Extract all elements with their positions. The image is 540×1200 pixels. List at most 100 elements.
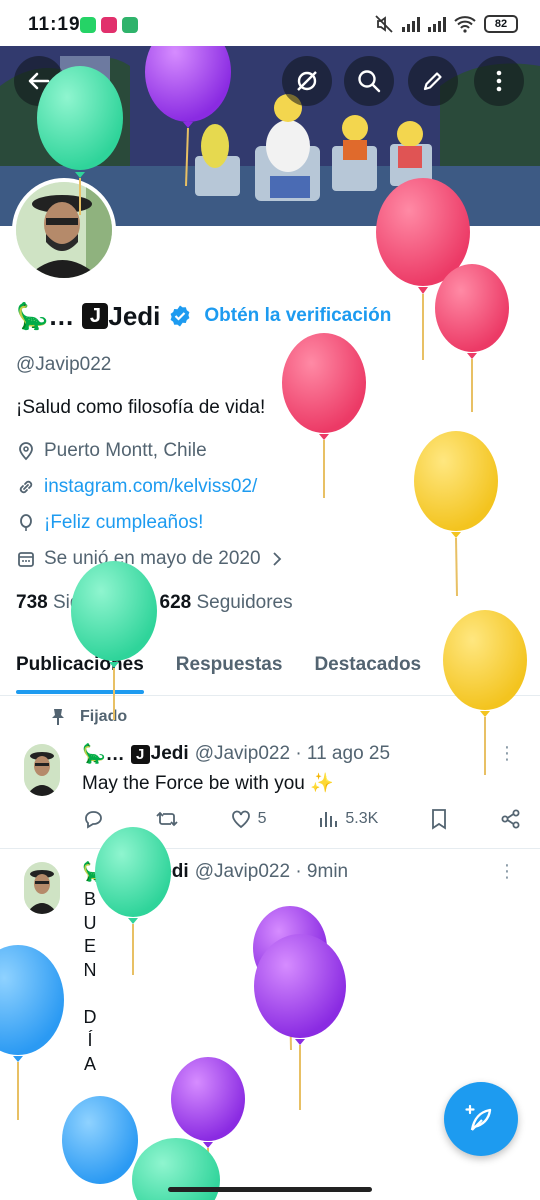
tab-articulos[interactable]: Artí [437,640,502,695]
profile-avatar[interactable] [12,178,116,282]
tab-destacados[interactable]: Destacados [298,640,437,695]
followers-label: Seguidores [196,592,293,613]
post-header: 🦕… J Jedi @Javip022 · 9min [82,860,348,884]
more-vertical-icon [496,70,502,92]
arrow-left-icon [28,72,50,90]
post-more-button[interactable]: ⋮ [498,744,516,762]
pin-icon [52,709,64,725]
bookmark-icon [432,809,447,830]
whatsapp-icon [80,17,96,33]
search-icon [358,70,381,93]
post-header: 🦕… J Jedi @Javip022 · 11 ago 25 [82,742,390,766]
pencil-icon [423,72,442,91]
display-name: Jedi [108,300,161,331]
battery-indicator: 82 [484,15,518,33]
display-name-prefix: 🦕… [16,300,75,331]
post-letter: U [83,912,97,933]
following-count: 738 [16,592,48,613]
link-icon [19,480,33,494]
bookmark-button[interactable] [429,808,449,830]
edit-button[interactable] [408,56,458,106]
repost-button[interactable] [155,808,179,830]
reply-icon [85,811,102,829]
post-letter: E [83,936,96,956]
share-icon [501,809,520,829]
post-handle-time: @Javip022 · 9min [194,861,349,882]
heart-icon [231,810,250,829]
gesture-home-bar[interactable] [168,1187,372,1192]
back-button[interactable] [14,56,64,106]
profile-header: 🦕… J Jedi Obtén la verificación [16,296,536,336]
joined-text: Se unió en mayo de 2020 [44,548,261,569]
compose-feather-icon [465,1104,492,1131]
post-j-badge: J [130,862,150,882]
layers-app-icon [122,17,138,33]
location-pin-icon [19,442,33,461]
post-more-button[interactable]: ⋮ [498,862,516,880]
followers-count: 628 [159,592,192,613]
pinned-indicator: Fijado [50,708,127,726]
share-button[interactable] [500,808,522,830]
search-button[interactable] [344,56,394,106]
wifi-icon [454,16,476,33]
post-avatar[interactable] [24,744,60,796]
pinned-label: Fijado [80,708,128,725]
balloon-purple [171,1057,245,1200]
status-time: 11:19 [28,14,81,35]
balloon-yellow [414,431,498,597]
grok-icon [297,71,317,91]
balloon-blue [0,945,64,1120]
post-avatar[interactable] [24,862,60,914]
following-stat[interactable]: 738 Siguiendo [16,592,138,614]
post-author-prefix: 🦕… [82,862,125,883]
system-icons: 82 [374,14,518,34]
tab-publicaciones[interactable]: Publicaciones [0,640,160,695]
grok-button[interactable] [282,56,332,106]
views-count: 5.3K [345,810,379,827]
notification-icons [80,17,138,33]
instagram-icon [101,17,117,33]
status-bar: 11:19 82 [0,0,540,46]
profile-joined[interactable]: Se unió en mayo de 2020 [16,548,285,570]
profile-bio: ¡Salud como filosofía de vida! [16,397,266,418]
post-divider [0,848,540,849]
post-vertical-text: B U E N D Í A [83,888,97,1076]
profile-location: Puerto Montt, Chile [16,440,207,462]
signal-icon-2 [428,16,446,32]
balloon-blue [62,1096,138,1184]
balloon-icon [20,514,32,531]
analytics-icon [320,812,338,827]
more-options-button[interactable] [474,56,524,106]
followers-stat[interactable]: 628 Seguidores [160,592,293,614]
tab-respuestas[interactable]: Respuestas [160,640,299,695]
profile-website: instagram.com/kelviss02/ [16,476,257,498]
post-author-name: Jedi [150,743,189,764]
balloon-purple [254,934,346,1110]
get-verified-link[interactable]: Obtén la verificación [204,305,391,327]
post-author-name: Jedi [150,861,189,882]
post-letter: Í [87,1030,93,1050]
birthday-link[interactable]: ¡Feliz cumpleaños! [44,512,203,534]
jedi-j-badge: J [82,303,109,329]
chevron-right-icon [272,552,281,566]
balloon-green [95,827,171,975]
compose-post-button[interactable] [444,1082,518,1156]
post-letter: N [83,959,97,980]
views-button[interactable]: 5.3K [317,808,378,830]
signal-icon [402,16,420,32]
like-button[interactable]: 5 [230,808,267,830]
reply-button[interactable] [82,808,104,830]
follow-stats: 738 Siguiendo 628 Seguidores [16,592,293,614]
post-avatar-image [24,862,60,914]
post-avatar-image [24,744,60,796]
website-link[interactable]: instagram.com/kelviss02/ [44,476,257,498]
profile-handle: @Javip022 [16,354,112,375]
avatar-image [16,182,112,278]
balloon-red [435,264,509,412]
location-text: Puerto Montt, Chile [44,440,207,461]
post-letter: B [83,889,96,909]
following-label: Siguiendo [52,592,138,613]
post-letter: A [83,1053,96,1074]
balloon-purple [253,906,327,1051]
post-actions: 5 5.3K [82,808,522,830]
